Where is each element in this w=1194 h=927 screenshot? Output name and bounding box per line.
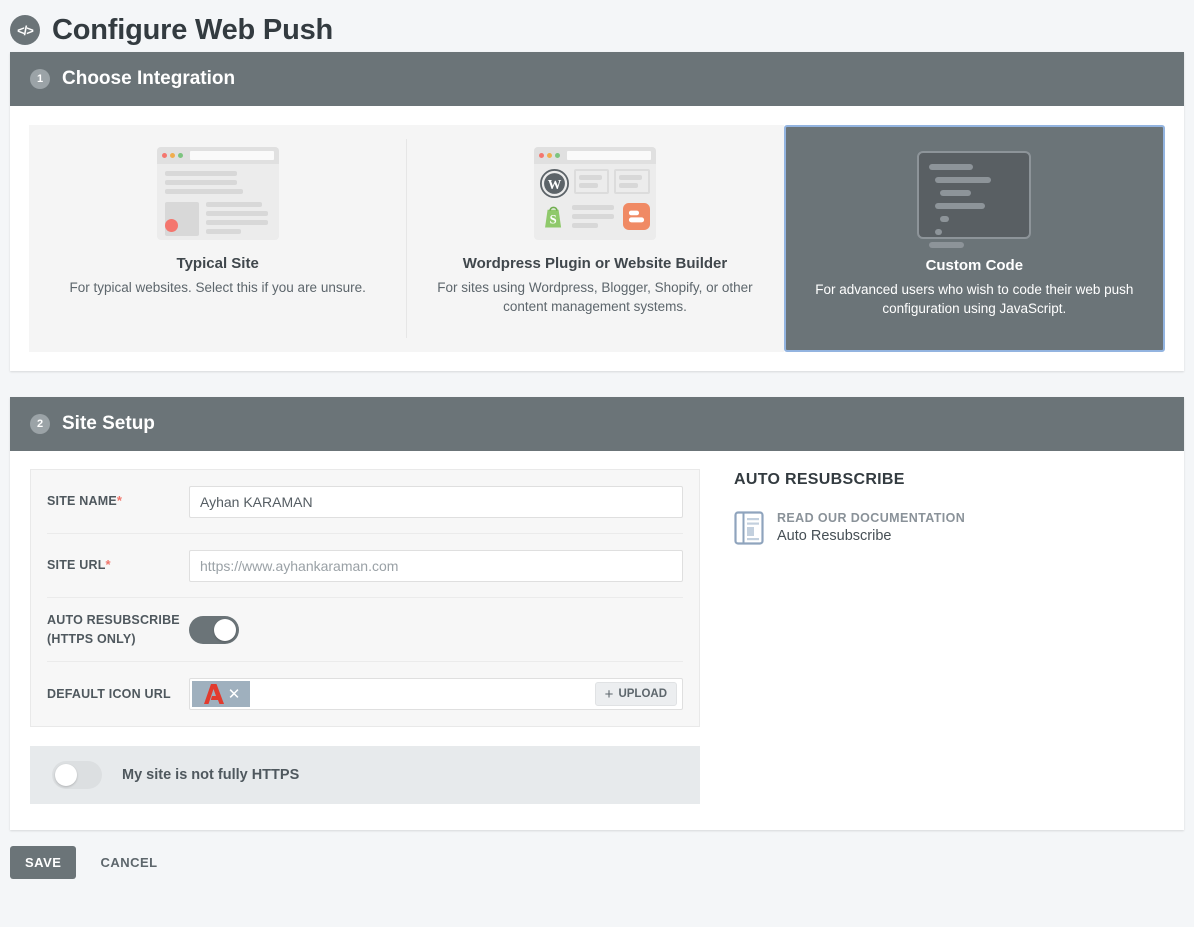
document-icon xyxy=(734,511,764,545)
svg-text:S: S xyxy=(550,212,557,226)
step-number-1: 1 xyxy=(30,69,50,89)
documentation-kicker: READ OUR DOCUMENTATION xyxy=(777,511,966,525)
integration-card-desc: For advanced users who wish to code thei… xyxy=(815,282,1134,316)
choose-integration-panel: 1 Choose Integration Typical Site For ty… xyxy=(10,52,1184,371)
page-title: Configure Web Push xyxy=(52,13,334,46)
logo-letter-a-icon xyxy=(203,684,224,704)
documentation-name: Auto Resubscribe xyxy=(777,528,892,544)
site-setup-panel: 2 Site Setup SITE NAME* SITE URL* xyxy=(10,397,1184,830)
site-setup-form: SITE NAME* SITE URL* AUTO RESUBSCRIBE (H… xyxy=(30,469,700,727)
code-icon: </> xyxy=(10,15,40,45)
integration-card-custom-code[interactable]: Custom Code For advanced users who wish … xyxy=(783,125,1165,352)
upload-button-label: UPLOAD xyxy=(618,688,667,700)
site-name-label-text: SITE NAME xyxy=(47,494,117,509)
plus-icon: + xyxy=(604,685,614,703)
integration-card-typical-site[interactable]: Typical Site For typical websites. Selec… xyxy=(29,125,407,352)
site-name-row: SITE NAME* xyxy=(47,470,683,534)
remove-icon[interactable]: ✕ xyxy=(228,687,241,702)
sidebar-title: AUTO RESUBSCRIBE xyxy=(734,471,905,488)
not-https-label: My site is not fully HTTPS xyxy=(122,767,300,783)
default-icon-url-field[interactable]: ✕ + UPLOAD xyxy=(189,678,683,710)
cms-browser-icon: W S xyxy=(420,143,769,243)
auto-resubscribe-label: AUTO RESUBSCRIBE (HTTPS ONLY) xyxy=(47,611,189,647)
site-url-label: SITE URL* xyxy=(47,556,189,575)
auto-resubscribe-label-line1: AUTO RESUBSCRIBE xyxy=(47,613,180,628)
choose-integration-header: 1 Choose Integration xyxy=(10,52,1184,106)
save-button[interactable]: SAVE xyxy=(10,846,77,879)
not-https-toggle[interactable] xyxy=(52,761,102,789)
default-icon-url-row: DEFAULT ICON URL ✕ + UPLOAD xyxy=(47,662,683,726)
step-number-2: 2 xyxy=(30,414,50,434)
choose-integration-title: Choose Integration xyxy=(62,68,236,89)
form-actions: SAVE CANCEL xyxy=(0,830,1194,895)
default-icon-url-label: DEFAULT ICON URL xyxy=(47,686,171,701)
site-url-row: SITE URL* xyxy=(47,534,683,598)
code-window-icon xyxy=(800,145,1149,248)
upload-button[interactable]: + UPLOAD xyxy=(594,682,677,706)
documentation-link[interactable]: READ OUR DOCUMENTATION Auto Resubscribe xyxy=(734,511,1164,545)
wordpress-icon: W xyxy=(539,168,569,198)
site-name-input[interactable] xyxy=(189,485,683,518)
not-https-row: My site is not fully HTTPS xyxy=(30,746,700,804)
required-marker: * xyxy=(116,493,123,509)
required-marker: * xyxy=(105,557,111,573)
site-url-input[interactable] xyxy=(189,549,683,582)
integration-card-wordpress-plugin[interactable]: W S Wordpress Plugin or Website Builder … xyxy=(406,125,784,352)
toggle-knob xyxy=(214,618,236,641)
site-name-label: SITE NAME* xyxy=(47,492,189,511)
auto-resubscribe-label-line2: (HTTPS ONLY) xyxy=(47,631,136,646)
page-header: </> Configure Web Push xyxy=(0,0,1194,52)
integration-cards: Typical Site For typical websites. Selec… xyxy=(10,106,1184,371)
integration-card-title: Wordpress Plugin or Website Builder xyxy=(462,255,728,272)
integration-card-title: Typical Site xyxy=(176,255,259,272)
cancel-button[interactable]: CANCEL xyxy=(94,854,163,871)
site-setup-header: 2 Site Setup xyxy=(10,397,1184,451)
browser-window-icon xyxy=(43,143,392,243)
site-logo-thumbnail[interactable]: ✕ xyxy=(192,681,250,707)
auto-resubscribe-row: AUTO RESUBSCRIBE (HTTPS ONLY) xyxy=(47,598,683,662)
auto-resubscribe-toggle[interactable] xyxy=(189,615,239,644)
svg-text:W: W xyxy=(548,176,562,191)
site-url-label-text: SITE URL xyxy=(47,558,106,573)
integration-card-title: Custom Code xyxy=(925,257,1024,274)
integration-card-desc: For sites using Wordpress, Blogger, Shop… xyxy=(437,280,753,314)
shopify-icon: S xyxy=(545,206,562,227)
blogger-icon xyxy=(622,202,650,230)
site-setup-title: Site Setup xyxy=(62,413,155,434)
integration-card-desc: For typical websites. Select this if you… xyxy=(69,280,366,295)
toggle-knob xyxy=(55,764,77,786)
